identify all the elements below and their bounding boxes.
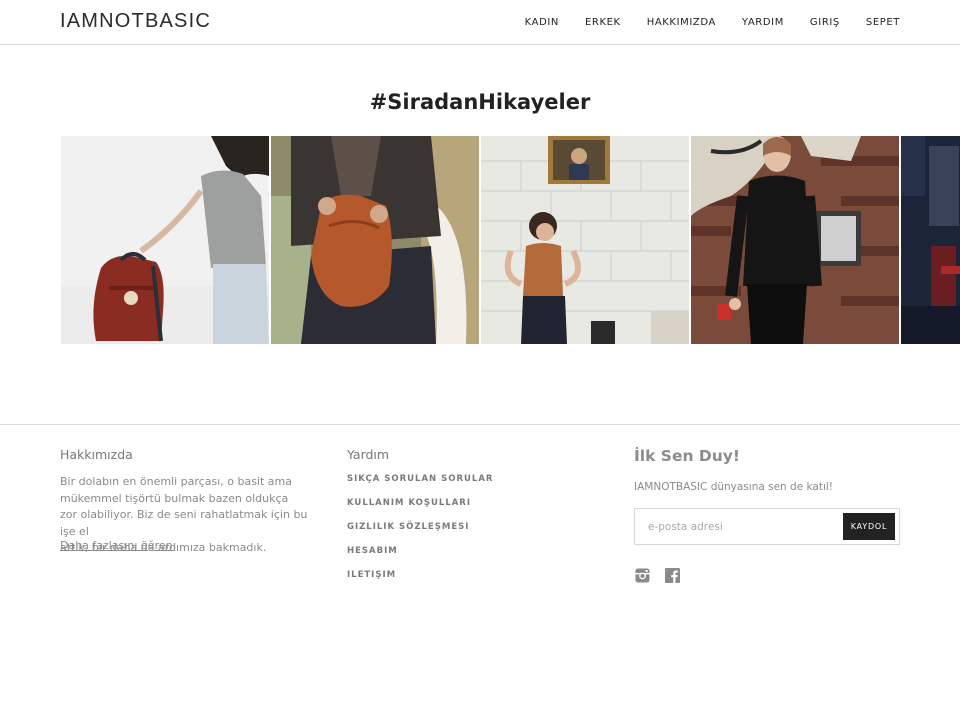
story-image-5 bbox=[901, 136, 960, 344]
nav-sepet[interactable]: SEPET bbox=[866, 17, 900, 28]
help-link-account[interactable]: HESABIM bbox=[347, 545, 493, 569]
about-line: zor olabiliyor. Biz de seni rahatlatmak … bbox=[60, 508, 308, 538]
stories-gallery bbox=[61, 136, 960, 344]
story-photo-4[interactable] bbox=[691, 136, 899, 344]
story-photo-5[interactable] bbox=[901, 136, 960, 344]
newsletter-form: KAYDOL bbox=[634, 508, 900, 545]
nav-yardim[interactable]: YARDIM bbox=[742, 17, 784, 28]
story-image-1 bbox=[61, 136, 269, 344]
help-link-faq[interactable]: SIKÇA SORULAN SORULAR bbox=[347, 473, 493, 497]
email-field[interactable] bbox=[635, 509, 835, 544]
help-links: SIKÇA SORULAN SORULAR KULLANIM KOŞULLARI… bbox=[347, 473, 493, 593]
nav-giris[interactable]: GIRIŞ bbox=[810, 17, 840, 28]
about-line: mükemmel tişörtü bulmak bazen oldukça bbox=[60, 491, 289, 505]
help-link-terms[interactable]: KULLANIM KOŞULLARI bbox=[347, 497, 493, 521]
newsletter-title: İlk Sen Duy! bbox=[634, 447, 740, 465]
subscribe-button[interactable]: KAYDOL bbox=[843, 513, 895, 540]
help-link-contact[interactable]: ILETIŞIM bbox=[347, 569, 493, 593]
about-line: Bir dolabın en önemli parçası, o basit a… bbox=[60, 475, 292, 488]
story-image-2 bbox=[271, 136, 479, 344]
nav-erkek[interactable]: ERKEK bbox=[585, 17, 621, 28]
facebook-icon[interactable] bbox=[665, 568, 680, 583]
story-photo-3[interactable] bbox=[481, 136, 689, 344]
story-image-4 bbox=[691, 136, 899, 344]
nav-hakkimizda[interactable]: HAKKIMIZDA bbox=[647, 17, 716, 28]
site-header: IAMNOTBASIC KADIN ERKEK HAKKIMIZDA YARDI… bbox=[0, 0, 960, 45]
help-link-privacy[interactable]: GIZLILIK SÖZLEŞMESI bbox=[347, 521, 493, 545]
story-photo-1[interactable] bbox=[61, 136, 269, 344]
nav-kadin[interactable]: KADIN bbox=[525, 17, 559, 28]
main-nav: KADIN ERKEK HAKKIMIZDA YARDIM GIRIŞ SEPE… bbox=[499, 0, 900, 45]
newsletter-subtitle: IAMNOTBASIC dünyasına sen de katıl! bbox=[634, 481, 834, 493]
story-image-3 bbox=[481, 136, 689, 344]
site-footer: Hakkımızda Bir dolabın en önemli parçası… bbox=[0, 424, 960, 720]
about-more-link[interactable]: Daha fazlasını öğren bbox=[60, 539, 173, 552]
about-title: Hakkımızda bbox=[60, 447, 133, 462]
instagram-icon[interactable] bbox=[635, 568, 650, 583]
story-photo-2[interactable] bbox=[271, 136, 479, 344]
help-title: Yardım bbox=[347, 447, 390, 462]
site-logo[interactable]: IAMNOTBASIC bbox=[60, 10, 211, 33]
stories-title: #SiradanHikayeler bbox=[369, 90, 591, 114]
